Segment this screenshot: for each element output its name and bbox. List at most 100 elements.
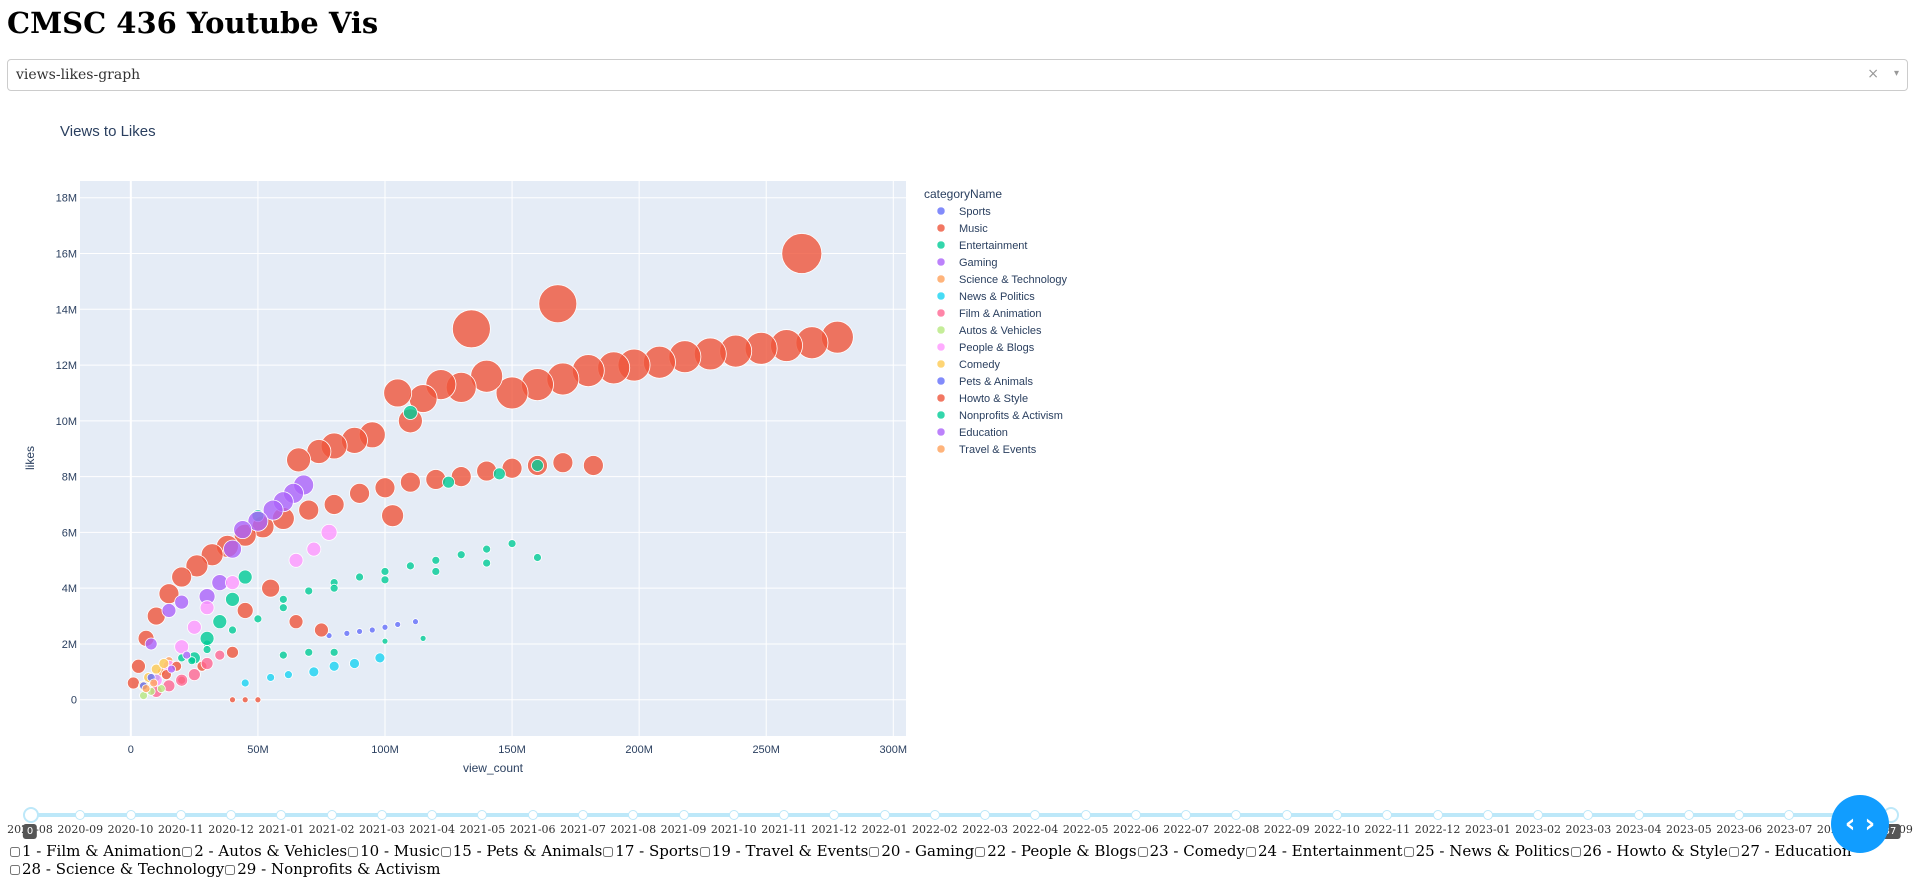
legend-label[interactable]: Nonprofits & Activism	[959, 410, 1063, 422]
legend-marker[interactable]	[936, 308, 946, 318]
legend-label[interactable]: Autos & Vehicles	[959, 325, 1042, 337]
legend-marker[interactable]	[936, 427, 946, 437]
slider-mark[interactable]	[477, 810, 488, 820]
slider-mark[interactable]	[1030, 810, 1041, 820]
slider-mark[interactable]	[980, 810, 991, 820]
legend-label[interactable]: Pets & Animals	[959, 376, 1033, 388]
code-brackets-icon[interactable]: ‹ ›	[1831, 795, 1889, 853]
legend-label[interactable]: People & Blogs	[959, 342, 1035, 354]
slider-mark[interactable]	[1231, 810, 1242, 820]
legend-label[interactable]: Howto & Style	[959, 393, 1028, 405]
slider-mark[interactable]	[376, 810, 387, 820]
slider-mark[interactable]	[1633, 810, 1644, 820]
slider-mark[interactable]	[1281, 810, 1292, 820]
legend-marker[interactable]	[936, 206, 946, 216]
slider-mark[interactable]	[1080, 810, 1091, 820]
legend-label[interactable]: News & Politics	[959, 291, 1035, 303]
slider-mark[interactable]	[427, 810, 438, 820]
legend-label[interactable]: Comedy	[959, 359, 1000, 371]
slider-mark[interactable]	[628, 810, 639, 820]
category-checkbox[interactable]	[10, 847, 20, 857]
category-checkbox[interactable]	[603, 847, 614, 857]
category-checkbox[interactable]	[1728, 847, 1739, 857]
legend-marker[interactable]	[936, 376, 946, 386]
slider-mark[interactable]	[779, 810, 790, 820]
category-checkbox-item[interactable]: 17 - Sports	[603, 842, 699, 860]
category-checkbox-item[interactable]: 1 - Film & Animation	[10, 842, 181, 860]
category-checkbox[interactable]	[1570, 847, 1581, 857]
slider-mark[interactable]	[1784, 810, 1795, 820]
slider-mark[interactable]	[929, 810, 940, 820]
slider-mark[interactable]	[829, 810, 840, 820]
slider-mark[interactable]	[125, 810, 136, 820]
clear-icon[interactable]: ×	[1867, 66, 1879, 82]
slider-mark[interactable]	[1533, 810, 1544, 820]
category-checkbox[interactable]	[1137, 847, 1148, 857]
slider-mark[interactable]	[527, 810, 538, 820]
slider-mark[interactable]	[1734, 810, 1745, 820]
legend-marker[interactable]	[936, 444, 946, 454]
legend-marker[interactable]	[936, 291, 946, 301]
legend-label[interactable]: Gaming	[959, 257, 998, 269]
category-checkbox[interactable]	[1245, 847, 1256, 857]
category-checkbox[interactable]	[975, 847, 986, 857]
legend-marker[interactable]	[936, 274, 946, 284]
category-checkbox-item[interactable]: 24 - Entertainment	[1245, 842, 1403, 860]
legend-marker[interactable]	[936, 257, 946, 267]
category-checkbox-item[interactable]: 10 - Music	[348, 842, 440, 860]
category-checkbox-item[interactable]: 25 - News & Politics	[1403, 842, 1570, 860]
legend-marker[interactable]	[936, 359, 946, 369]
category-checkbox-item[interactable]: 22 - People & Blogs	[975, 842, 1137, 860]
slider-mark[interactable]	[1482, 810, 1493, 820]
legend-label[interactable]: Film & Animation	[959, 308, 1042, 320]
slider-mark[interactable]	[728, 810, 739, 820]
slider-mark[interactable]	[1583, 810, 1594, 820]
category-checkbox[interactable]	[869, 847, 880, 857]
legend-label[interactable]: Entertainment	[959, 240, 1027, 252]
slider-mark[interactable]	[879, 810, 890, 820]
legend-marker[interactable]	[936, 342, 946, 352]
category-checkbox-item[interactable]: 2 - Autos & Vehicles	[182, 842, 347, 860]
slider-mark[interactable]	[75, 810, 86, 820]
legend-marker[interactable]	[936, 240, 946, 250]
legend-label[interactable]: Science & Technology	[959, 274, 1068, 286]
slider-mark[interactable]	[1181, 810, 1192, 820]
category-checkbox-item[interactable]: 19 - Travel & Events	[699, 842, 868, 860]
slider-mark[interactable]	[326, 810, 337, 820]
legend-marker[interactable]	[936, 410, 946, 420]
slider-mark[interactable]	[577, 810, 588, 820]
slider-mark[interactable]	[678, 810, 689, 820]
slider-mark[interactable]	[276, 810, 287, 820]
date-range-slider[interactable]: 2020-082020-092020-102020-112020-122021-…	[0, 798, 1920, 842]
category-checkbox[interactable]	[182, 847, 193, 857]
category-checkbox-item[interactable]: 26 - Howto & Style	[1570, 842, 1728, 860]
category-checkbox[interactable]	[1403, 847, 1414, 857]
category-checkbox-item[interactable]: 23 - Comedy	[1137, 842, 1245, 860]
category-checkbox-item[interactable]: 29 - Nonprofits & Activism	[225, 860, 440, 878]
legend-marker[interactable]	[936, 325, 946, 335]
slider-mark[interactable]	[1382, 810, 1393, 820]
legend-label[interactable]: Travel & Events	[959, 444, 1037, 456]
category-checkbox[interactable]	[699, 847, 710, 857]
slider-mark[interactable]	[1130, 810, 1141, 820]
slider-handle-start[interactable]	[23, 807, 39, 823]
legend-label[interactable]: Sports	[959, 206, 991, 218]
graph-select-dropdown[interactable]: views-likes-graph × ▾	[7, 59, 1908, 91]
legend-label[interactable]: Education	[959, 427, 1008, 439]
slider-mark[interactable]	[1332, 810, 1343, 820]
slider-mark[interactable]	[175, 810, 186, 820]
legend-marker[interactable]	[936, 393, 946, 403]
category-checkbox-item[interactable]: 15 - Pets & Animals	[440, 842, 602, 860]
slider-mark[interactable]	[226, 810, 237, 820]
slider-mark[interactable]	[1683, 810, 1694, 820]
legend-marker[interactable]	[936, 223, 946, 233]
category-checkbox[interactable]	[348, 847, 359, 857]
category-checkbox[interactable]	[10, 865, 20, 875]
category-checkbox-item[interactable]: 27 - Education	[1728, 842, 1852, 860]
category-checkbox-item[interactable]: 20 - Gaming	[869, 842, 974, 860]
legend-label[interactable]: Music	[959, 223, 988, 235]
chevron-down-icon[interactable]: ▾	[1894, 68, 1899, 79]
category-checkbox[interactable]	[440, 847, 451, 857]
category-checkbox-item[interactable]: 28 - Science & Technology	[10, 860, 224, 878]
category-checkbox[interactable]	[225, 865, 236, 875]
